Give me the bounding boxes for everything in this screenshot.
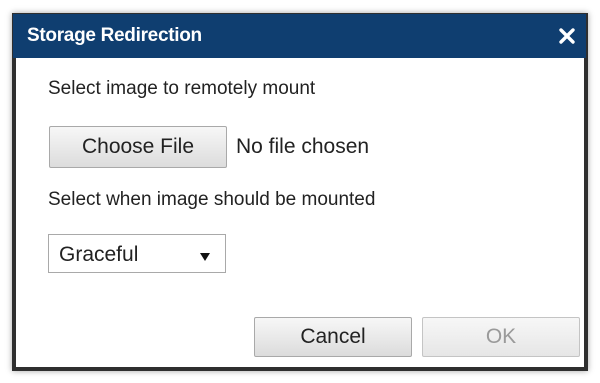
choose-file-button[interactable]: Choose File	[49, 126, 227, 168]
dialog-titlebar[interactable]: Storage Redirection	[13, 14, 586, 58]
cancel-button[interactable]: Cancel	[254, 317, 412, 357]
file-status-text: No file chosen	[236, 135, 370, 158]
ok-button[interactable]: OK	[422, 317, 580, 357]
mount-time-selected-value: Graceful	[59, 243, 139, 266]
dialog-title: Storage Redirection	[27, 25, 202, 46]
dropdown-triangle-icon	[199, 249, 211, 267]
mount-time-select[interactable]: Graceful	[48, 234, 226, 273]
dialog-content: Select image to remotely mount Choose Fi…	[16, 58, 584, 367]
close-icon[interactable]	[554, 23, 580, 49]
mount-time-label: Select when image should be mounted	[48, 189, 376, 210]
image-select-label: Select image to remotely mount	[48, 78, 316, 99]
storage-redirection-dialog: Storage Redirection Select image to remo…	[12, 13, 588, 371]
